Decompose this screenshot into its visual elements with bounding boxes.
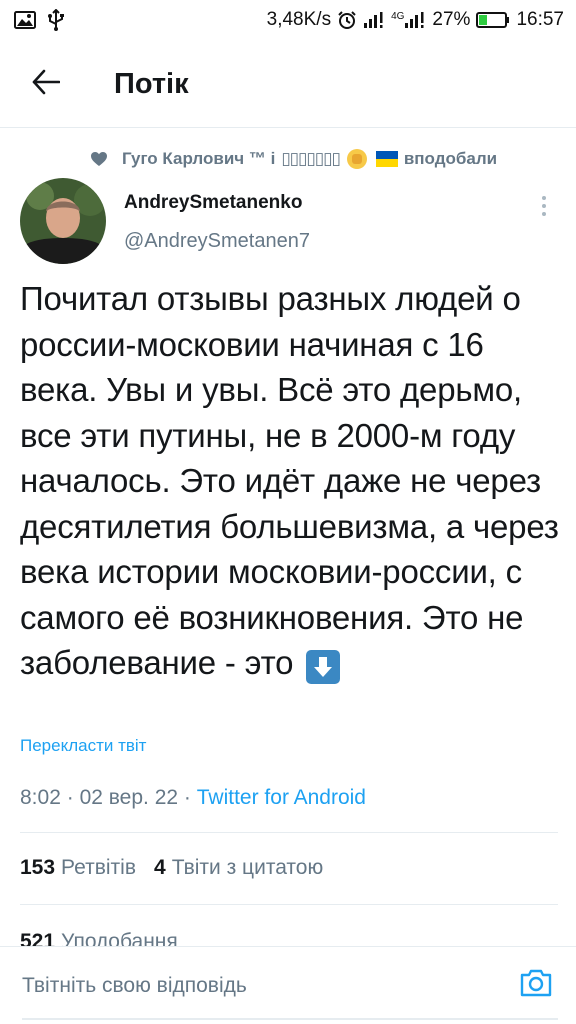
likes-stat[interactable]: 521 Уподобання [20, 930, 178, 946]
heart-icon [90, 151, 108, 167]
status-right-indicators: 3,48K/s 4G 27% 16:57 [267, 9, 564, 31]
more-dot [542, 196, 546, 200]
likes-label: Уподобання [61, 930, 178, 946]
page-title: Потік [114, 68, 189, 100]
camera-button[interactable] [518, 968, 554, 1004]
app-header: Потік [0, 42, 576, 128]
signal-4g-icon: 4G [391, 11, 426, 29]
arrow-left-icon [32, 69, 61, 100]
tweet-body: Почитал отзывы разных людей о россии-мос… [20, 280, 559, 681]
tweet-time: 8:02 [20, 786, 61, 809]
tweet-text: Почитал отзывы разных людей о россии-мос… [20, 276, 560, 686]
status-bar: 3,48K/s 4G 27% 16:57 [0, 0, 576, 40]
gallery-icon [14, 11, 36, 29]
battery-percent: 27% [432, 9, 471, 30]
liker-name: Гуго Карлович ™ і [122, 149, 276, 168]
retweets-count: 153 [20, 856, 56, 879]
raised-fist-emoji-icon [346, 148, 368, 170]
divider [20, 832, 558, 833]
more-dot [542, 212, 546, 216]
network-type: 4G [391, 11, 405, 22]
avatar[interactable] [20, 178, 106, 264]
signal-icon [363, 11, 385, 29]
tweet-meta: 8:02 · 02 вер. 22 · Twitter for Android [20, 786, 366, 810]
reply-input[interactable]: Твітніть свою відповідь [22, 974, 518, 998]
quotes-count: 4 [154, 856, 166, 879]
quotes-stat[interactable]: 4 Твіти з цитатою [154, 856, 323, 880]
social-context[interactable]: Гуго Карлович ™ і ▯▯▯▯▯▯▯ вподобали [90, 145, 560, 173]
retweets-label: Ретвітів [61, 856, 136, 879]
back-button[interactable] [16, 55, 76, 115]
clock: 16:57 [516, 9, 564, 30]
camera-icon [519, 968, 553, 1003]
ukraine-flag-emoji-icon [375, 151, 398, 167]
tweet-date: 02 вер. 22 [79, 786, 179, 809]
battery-icon [476, 11, 510, 29]
author-handle[interactable]: @AndreySmetanen7 [124, 230, 310, 253]
liked-action: вподобали [403, 149, 498, 168]
meta-separator: · [66, 786, 74, 809]
net-speed: 3,48K/s [266, 9, 332, 30]
likes-count: 521 [20, 930, 56, 946]
reply-underline [22, 1018, 558, 1020]
liker-name-glyphs: ▯▯▯▯▯▯▯ [281, 149, 340, 168]
quotes-label: Твіти з цитатою [171, 856, 324, 879]
status-left-icons [14, 9, 64, 31]
divider [20, 904, 558, 905]
author-name[interactable]: AndreySmetanenko [124, 192, 302, 214]
usb-icon [48, 9, 64, 31]
alarm-icon [337, 10, 357, 30]
tweet-source-link[interactable]: Twitter for Android [197, 786, 366, 809]
more-options-button[interactable] [530, 188, 558, 224]
retweets-stat[interactable]: 153 Ретвітів [20, 856, 136, 880]
translate-tweet-link[interactable]: Перекласти твіт [20, 736, 146, 756]
down-arrow-emoji-icon [306, 650, 341, 684]
reply-bar: Твітніть свою відповідь [0, 946, 576, 1024]
tweet-stats: 153 Ретвітів 4 Твіти з цитатою [20, 856, 323, 880]
more-dot [542, 204, 546, 208]
meta-separator: · [183, 786, 191, 809]
